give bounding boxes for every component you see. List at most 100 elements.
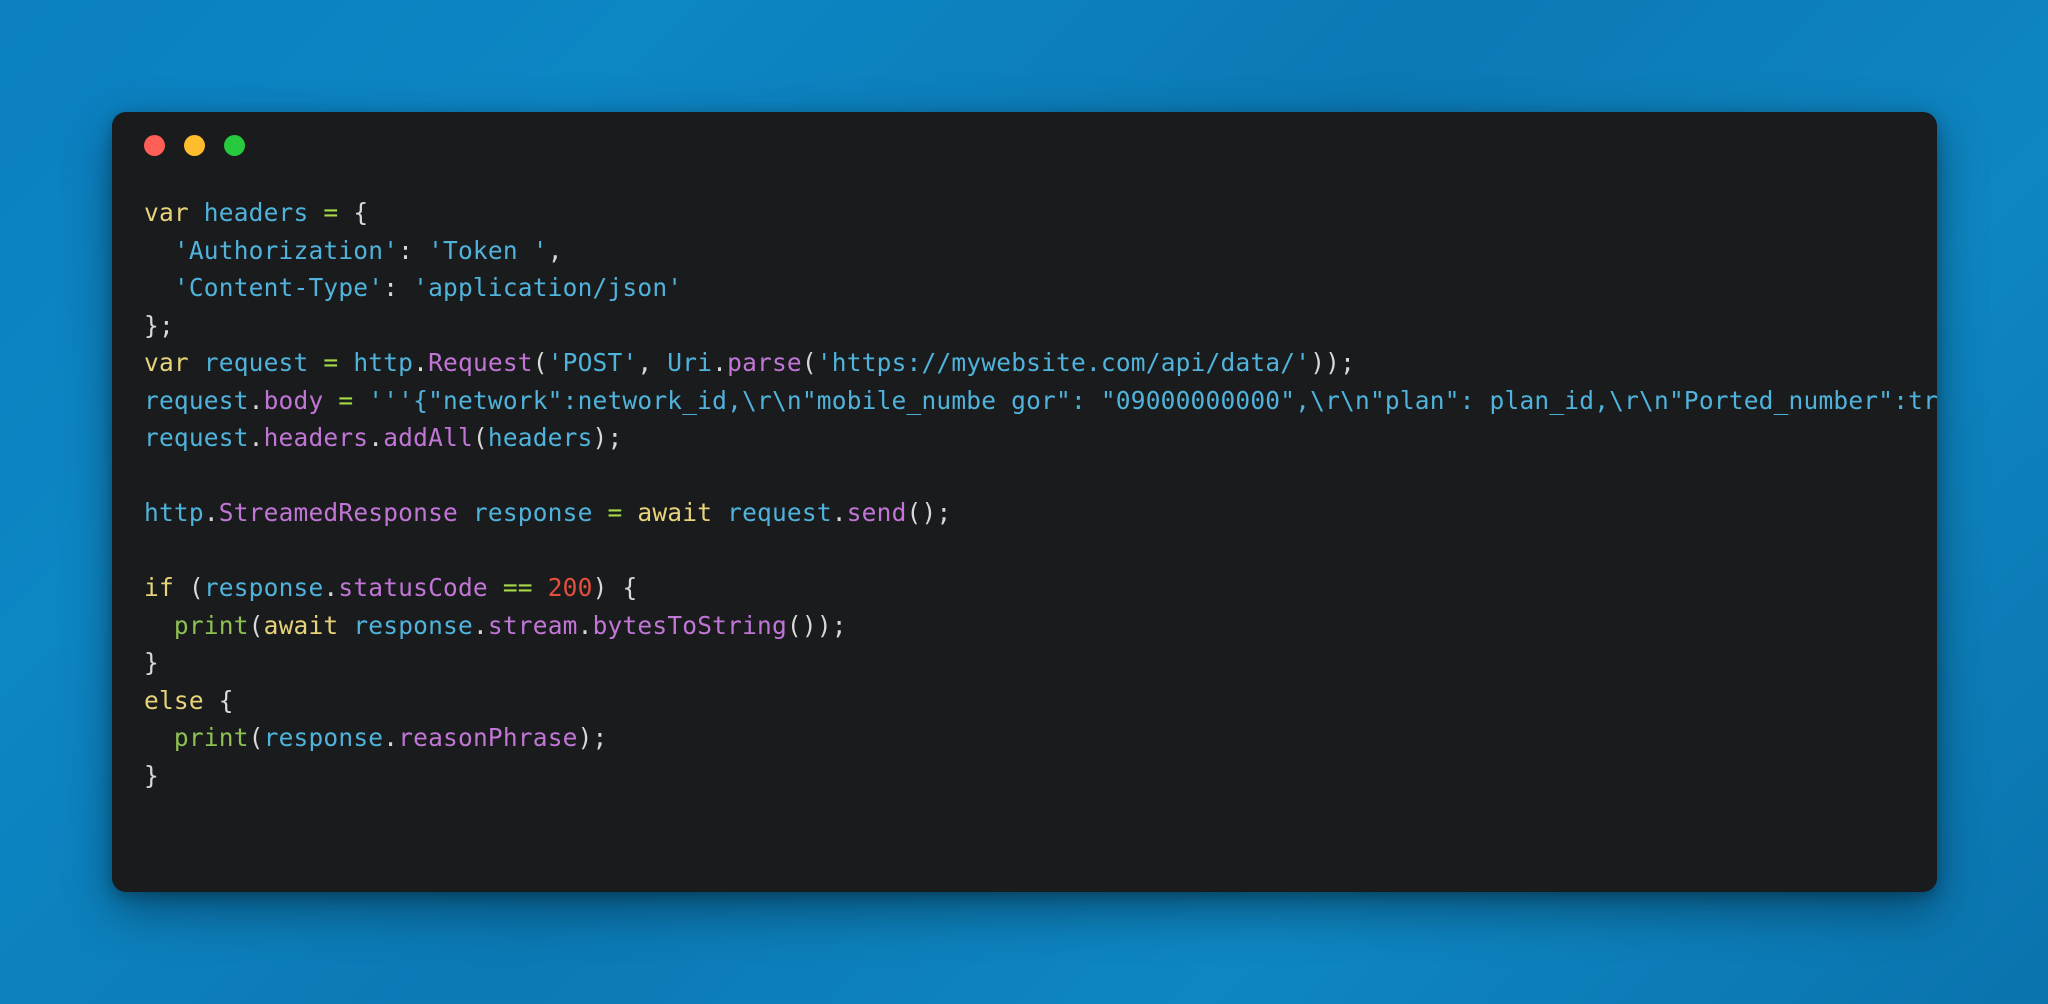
close-button[interactable]: [144, 134, 165, 156]
code-token: :: [398, 235, 414, 265]
code-token: 'https://mywebsite.com/api/data/': [816, 348, 1311, 377]
code-token: print: [173, 723, 249, 752]
code-token: Uri: [652, 348, 713, 377]
code-token: request: [188, 348, 324, 377]
code-token: headers: [487, 423, 593, 452]
code-token: send: [846, 498, 907, 527]
code-line: };: [144, 311, 174, 340]
code-token: request: [144, 423, 249, 452]
code-token: await: [263, 610, 339, 640]
code-token: }: [144, 760, 159, 790]
code-token: 'Token ': [428, 235, 548, 265]
code-token: response: [263, 723, 384, 752]
code-token: =: [338, 385, 354, 415]
code-token: .: [248, 423, 264, 452]
code-token: addAll: [383, 423, 473, 452]
code-token: ) {: [592, 573, 638, 602]
code-token: }: [144, 648, 159, 677]
code-token: 'Authorization': [173, 235, 399, 265]
code-token: 200: [547, 573, 593, 602]
code-token: parse: [727, 348, 802, 377]
code-token: ());: [786, 610, 847, 640]
code-token: :: [383, 273, 399, 302]
code-token: print: [173, 610, 249, 640]
code-token: response: [203, 573, 324, 602]
code-token: .: [383, 723, 399, 752]
code-token: );: [592, 423, 623, 452]
code-line: if (response.statusCode == 200) {: [144, 573, 637, 602]
code-token: http: [338, 348, 414, 377]
code-token: ==: [502, 573, 533, 602]
code-editor-area[interactable]: var headers = { 'Authorization': 'Token …: [112, 178, 1937, 892]
code-token: response: [338, 610, 473, 640]
code-token: .: [831, 498, 847, 527]
code-line: print(response.reasonPhrase);: [144, 723, 608, 752]
code-token: headers: [263, 423, 369, 452]
code-token: ();: [906, 498, 952, 527]
code-token: headers: [188, 198, 324, 227]
minimize-button[interactable]: [184, 134, 205, 156]
code-token: var: [144, 198, 189, 227]
code-line: request.headers.addAll(headers);: [144, 423, 622, 452]
code-token: .: [248, 385, 264, 415]
code-token: =: [607, 498, 623, 527]
maximize-button[interactable]: [224, 134, 245, 156]
code-token: (: [188, 573, 204, 602]
code-token: else: [144, 685, 204, 715]
code-token: if: [144, 573, 174, 602]
code-token: .: [413, 348, 429, 377]
code-token: request: [144, 385, 249, 415]
code-line: request.body = '''{"network":network_id,…: [144, 386, 1937, 415]
code-token: bytesToString: [592, 610, 787, 640]
code-token: =: [323, 348, 339, 377]
code-line: else {: [144, 686, 234, 715]
code-line: }: [144, 761, 159, 790]
code-token: =: [323, 198, 339, 227]
code-token: .: [472, 610, 488, 640]
code-token: var: [144, 348, 189, 377]
code-token: body: [263, 385, 324, 415]
code-token: (: [532, 348, 548, 377]
code-token: http: [144, 498, 204, 527]
code-token: 'Content-Type': [173, 273, 384, 302]
code-token: ,: [547, 235, 563, 265]
code-line: 'Authorization': 'Token ',: [144, 236, 563, 265]
code-line: 'Content-Type': 'application/json': [144, 273, 682, 302]
code-token: .: [712, 348, 728, 377]
desktop-background: var headers = { 'Authorization': 'Token …: [0, 0, 2048, 1004]
code-token: request: [712, 498, 832, 527]
code-line: var request = http.Request('POST', Uri.p…: [144, 348, 1355, 377]
code-token: reasonPhrase: [398, 723, 578, 752]
code-token: .: [203, 498, 219, 527]
code-line: var headers = {: [144, 198, 368, 227]
code-token: };: [144, 310, 174, 340]
code-token: response: [457, 498, 608, 527]
code-block[interactable]: var headers = { 'Authorization': 'Token …: [144, 194, 1937, 794]
code-token: (: [248, 610, 264, 640]
code-snippet-window: var headers = { 'Authorization': 'Token …: [112, 112, 1937, 892]
code-token: .: [577, 610, 593, 640]
code-token: StreamedResponse: [218, 498, 458, 527]
code-token: .: [323, 573, 339, 602]
code-line: }: [144, 648, 159, 677]
code-token: Request: [428, 348, 533, 377]
code-token: stream: [487, 610, 578, 640]
code-token: '''{"network":network_id,\r\n"mobile_num…: [368, 385, 1937, 415]
code-token: ));: [1310, 348, 1356, 377]
code-token: (: [248, 723, 264, 752]
code-line: http.StreamedResponse response = await r…: [144, 498, 951, 527]
code-token: 'POST': [547, 348, 638, 377]
code-token: {: [218, 685, 234, 715]
